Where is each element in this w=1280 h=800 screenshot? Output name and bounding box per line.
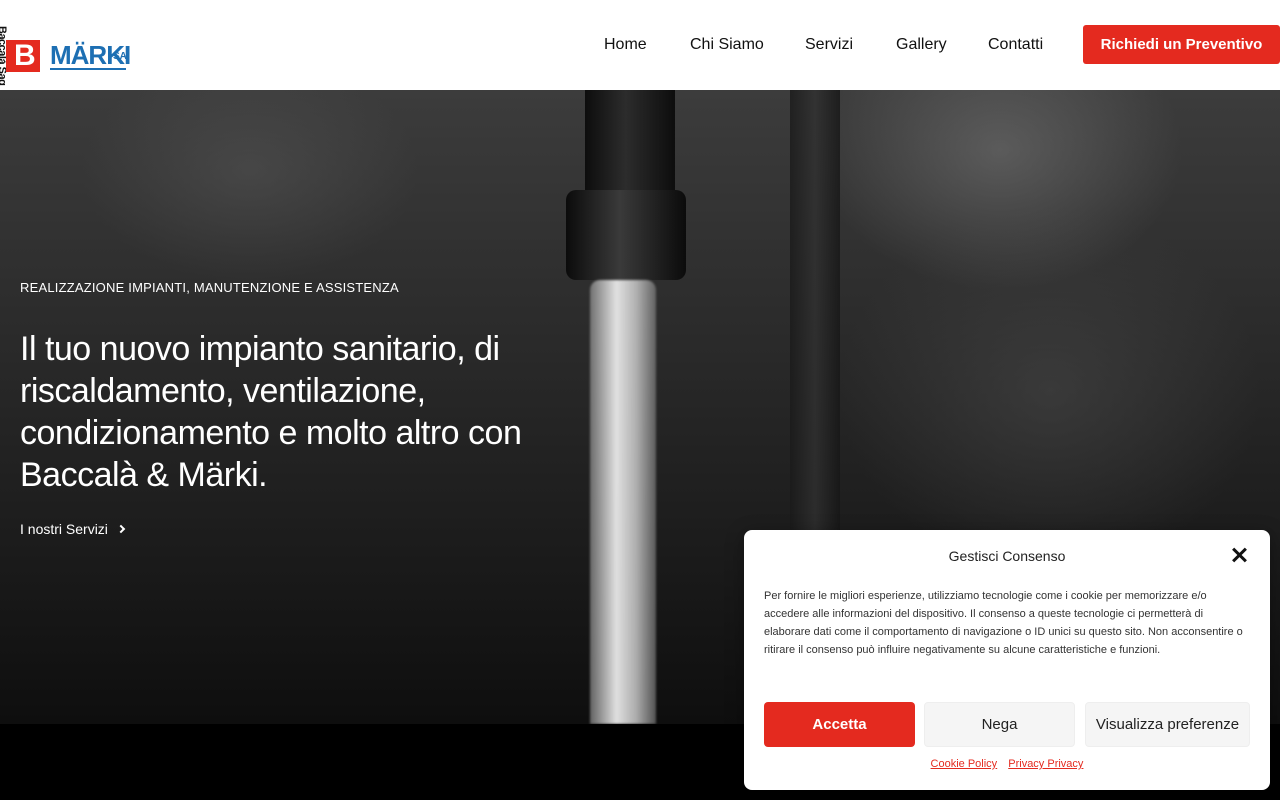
view-preferences-button[interactable]: Visualizza preferenze bbox=[1085, 702, 1250, 747]
nav-contatti[interactable]: Contatti bbox=[988, 36, 1043, 54]
request-quote-button[interactable]: Richiedi un Preventivo bbox=[1083, 25, 1280, 64]
logo-mark-letter: B bbox=[14, 39, 36, 72]
cookie-policy-link[interactable]: Cookie Policy bbox=[931, 758, 998, 770]
our-services-label: I nostri Servizi bbox=[20, 521, 108, 537]
chevron-right-icon bbox=[116, 524, 126, 534]
nav-servizi[interactable]: Servizi bbox=[805, 36, 853, 54]
logo-underline bbox=[50, 68, 126, 70]
logo-mark: B bbox=[6, 39, 40, 72]
hero-headline: Il tuo nuovo impianto sanitario, di risc… bbox=[20, 330, 522, 494]
consent-dialog: Gestisci Consenso Per fornire le miglior… bbox=[744, 530, 1270, 790]
water-stream-image bbox=[590, 280, 656, 724]
privacy-link[interactable]: Privacy Privacy bbox=[1008, 758, 1083, 770]
nav-chi-siamo[interactable]: Chi Siamo bbox=[690, 36, 764, 54]
nav-gallery[interactable]: Gallery bbox=[896, 36, 947, 54]
logo[interactable]: Baccalà Sag B MÄRKI SA bbox=[0, 18, 140, 85]
consent-text: Per fornire le migliori esperienze, util… bbox=[764, 590, 1243, 656]
logo-suffix: SA bbox=[113, 51, 127, 62]
hero-subtitle: REALIZZAZIONE IMPIANTI, MANUTENZIONE E A… bbox=[20, 280, 399, 295]
our-services-link[interactable]: I nostri Servizi bbox=[20, 521, 126, 537]
consent-links: Cookie Policy Privacy Privacy bbox=[744, 758, 1270, 770]
deny-button[interactable]: Nega bbox=[924, 702, 1075, 747]
nav-home[interactable]: Home bbox=[604, 36, 647, 54]
accept-button[interactable]: Accetta bbox=[764, 702, 915, 747]
faucet-nut-image bbox=[566, 190, 686, 280]
site-header: Baccalà Sag B MÄRKI SA Home Chi Siamo Se… bbox=[0, 0, 1280, 90]
consent-title: Gestisci Consenso bbox=[948, 548, 1066, 564]
faucet-image bbox=[585, 90, 675, 200]
close-icon[interactable] bbox=[1230, 546, 1250, 566]
